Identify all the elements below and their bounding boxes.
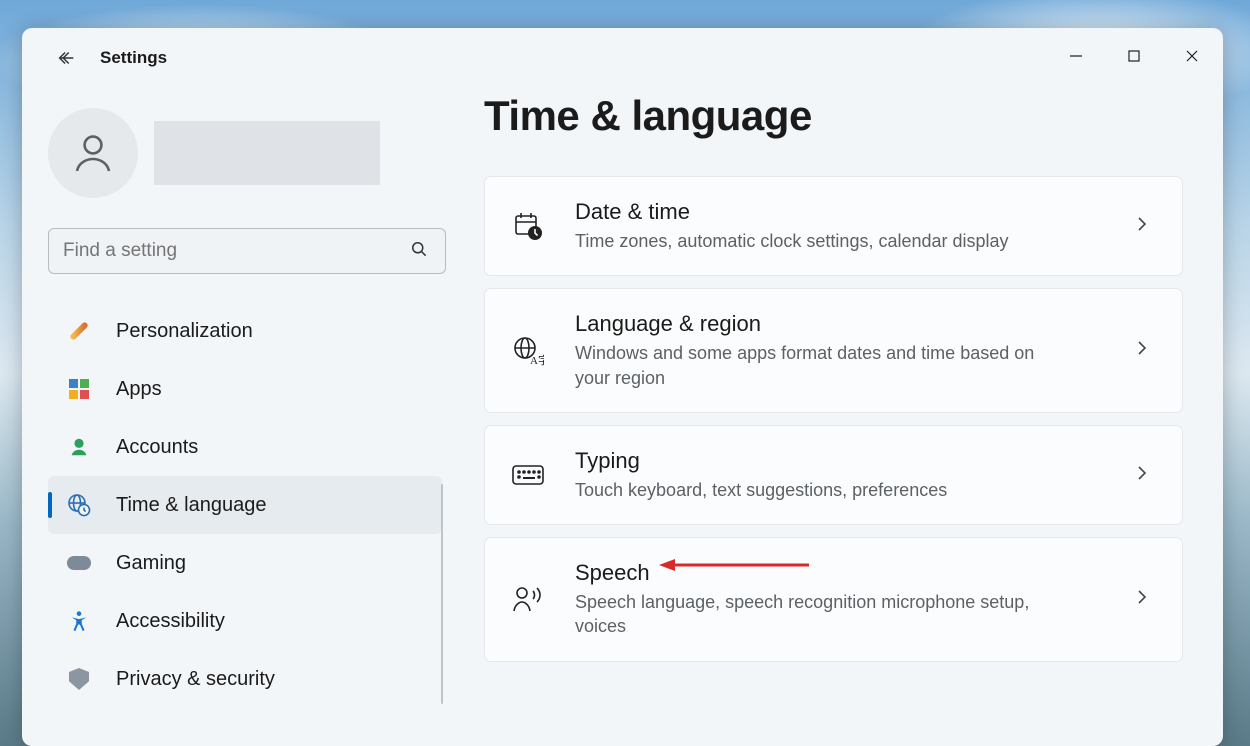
gamepad-icon xyxy=(66,550,92,576)
profile-block[interactable] xyxy=(48,108,442,198)
shield-icon xyxy=(66,666,92,692)
card-subtext: Speech language, speech recognition micr… xyxy=(575,590,1064,639)
globe-clock-icon xyxy=(66,492,92,518)
close-icon xyxy=(1185,49,1199,63)
card-subtext: Time zones, automatic clock settings, ca… xyxy=(575,229,1064,253)
sidebar-item-time-language[interactable]: Time & language xyxy=(48,476,442,534)
card-date-time[interactable]: Date & time Time zones, automatic clock … xyxy=(484,176,1183,276)
maximize-button[interactable] xyxy=(1105,36,1163,76)
main-content: Time & language Date & time Time zones, … xyxy=(460,84,1223,746)
minimize-button[interactable] xyxy=(1047,36,1105,76)
globe-language-icon: A字 xyxy=(511,335,545,367)
svg-text:A字: A字 xyxy=(530,353,544,367)
avatar xyxy=(48,108,138,198)
card-language-region[interactable]: A字 Language & region Windows and some ap… xyxy=(484,288,1183,413)
settings-window: Settings xyxy=(22,28,1223,746)
card-title: Typing xyxy=(575,448,1064,474)
keyboard-icon xyxy=(511,463,545,487)
card-title: Language & region xyxy=(575,311,1064,337)
card-typing[interactable]: Typing Touch keyboard, text suggestions,… xyxy=(484,425,1183,525)
sidebar-item-personalization[interactable]: Personalization xyxy=(48,302,442,360)
minimize-icon xyxy=(1069,49,1083,63)
profile-name-redacted xyxy=(154,121,380,185)
settings-card-list: Date & time Time zones, automatic clock … xyxy=(484,176,1183,662)
sidebar-item-label: Accounts xyxy=(116,436,198,459)
app-title: Settings xyxy=(100,48,167,68)
sidebar-item-label: Accessibility xyxy=(116,610,225,633)
chevron-right-icon xyxy=(1134,589,1156,610)
chevron-right-icon xyxy=(1134,340,1156,361)
search-icon xyxy=(409,239,429,264)
titlebar: Settings xyxy=(22,28,1223,84)
sidebar-item-accounts[interactable]: Accounts xyxy=(48,418,442,476)
chevron-right-icon xyxy=(1134,216,1156,237)
maximize-icon xyxy=(1127,49,1141,63)
card-title: Date & time xyxy=(575,199,1064,225)
pen-icon xyxy=(66,318,92,344)
page-title: Time & language xyxy=(484,92,1183,140)
speech-icon xyxy=(511,583,545,615)
sidebar-item-privacy-security[interactable]: Privacy & security xyxy=(48,650,442,708)
apps-icon xyxy=(66,376,92,402)
sidebar-scrollbar[interactable] xyxy=(441,484,443,704)
sidebar-item-label: Gaming xyxy=(116,552,186,575)
window-controls xyxy=(1047,36,1221,76)
card-speech[interactable]: Speech Speech language, speech recogniti… xyxy=(484,537,1183,662)
chevron-right-icon xyxy=(1134,465,1156,486)
card-subtext: Touch keyboard, text suggestions, prefer… xyxy=(575,478,1064,502)
card-subtext: Windows and some apps format dates and t… xyxy=(575,341,1064,390)
back-arrow-icon xyxy=(55,47,77,69)
calendar-clock-icon xyxy=(511,210,545,242)
sidebar-item-gaming[interactable]: Gaming xyxy=(48,534,442,592)
close-button[interactable] xyxy=(1163,36,1221,76)
nav: Personalization Apps Accounts Time xyxy=(48,302,442,708)
search-input[interactable] xyxy=(63,240,397,262)
sidebar-item-label: Privacy & security xyxy=(116,668,275,691)
card-title: Speech xyxy=(575,560,1064,586)
accessibility-icon xyxy=(66,608,92,634)
sidebar: Personalization Apps Accounts Time xyxy=(22,84,460,746)
back-button[interactable] xyxy=(50,42,82,74)
sidebar-item-accessibility[interactable]: Accessibility xyxy=(48,592,442,650)
sidebar-item-label: Time & language xyxy=(116,494,266,517)
person-icon xyxy=(69,129,117,177)
user-icon xyxy=(66,434,92,460)
sidebar-item-label: Personalization xyxy=(116,320,253,343)
sidebar-item-apps[interactable]: Apps xyxy=(48,360,442,418)
sidebar-item-label: Apps xyxy=(116,378,162,401)
search-box[interactable] xyxy=(48,228,446,274)
